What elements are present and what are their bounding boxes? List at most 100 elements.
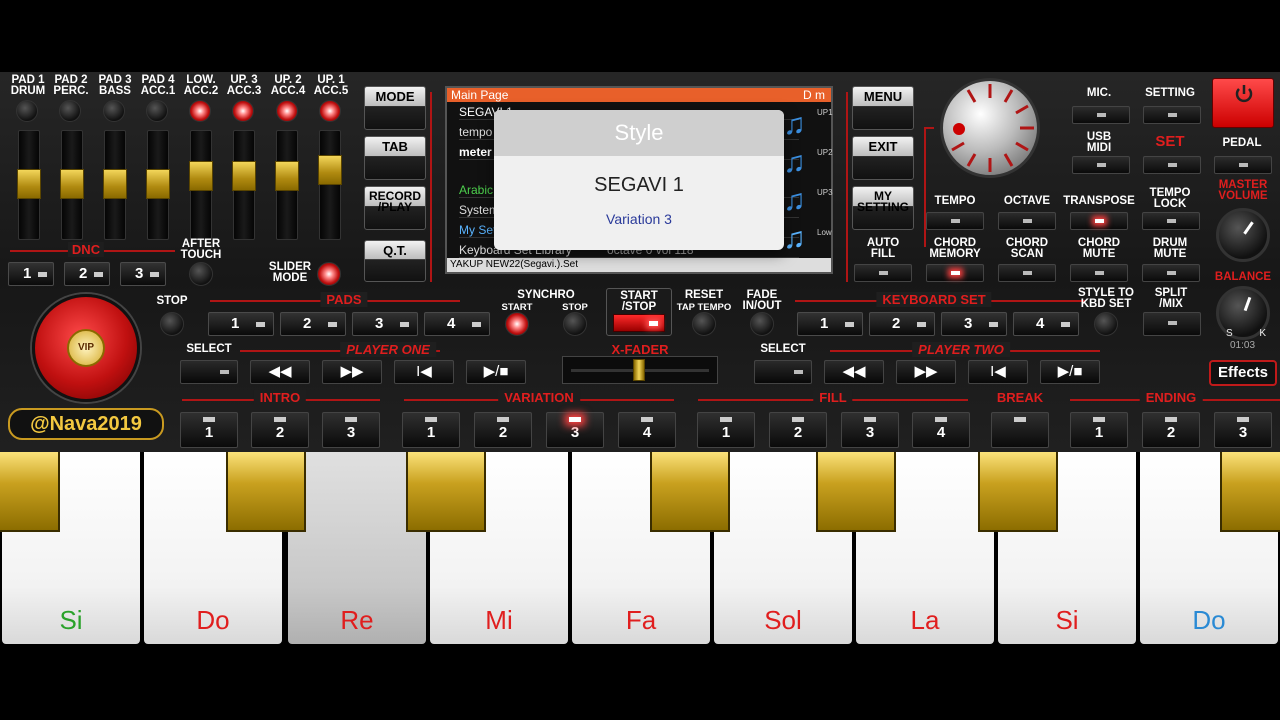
fill-button-1[interactable]: 1 <box>697 412 755 448</box>
black-key[interactable] <box>1220 452 1280 532</box>
tab-button[interactable]: TAB <box>364 136 426 180</box>
ending-button-2[interactable]: 2 <box>1142 412 1200 448</box>
synchro-stop-button[interactable] <box>563 312 587 336</box>
chord-mute-button[interactable] <box>1070 264 1128 282</box>
player-two-forward-button[interactable]: ▶▶ <box>896 360 956 384</box>
menu-button[interactable]: MENU <box>852 86 914 130</box>
fader-up3[interactable] <box>232 130 256 240</box>
data-dial[interactable] <box>940 78 1040 178</box>
dnc-button-3[interactable]: 3 <box>120 262 166 286</box>
set-button[interactable] <box>1143 156 1201 174</box>
ending-button-3[interactable]: 3 <box>1214 412 1272 448</box>
start-stop-button[interactable]: START /STOP <box>606 288 672 336</box>
player-two-play-stop-button[interactable]: ▶/■ <box>1040 360 1100 384</box>
kbd-set-button-2[interactable]: 2 <box>869 312 935 336</box>
reset-tap-tempo-button[interactable] <box>692 312 716 336</box>
effects-button[interactable]: Effects <box>1209 360 1277 386</box>
variation-button-2[interactable]: 2 <box>474 412 532 448</box>
variation-button-1[interactable]: 1 <box>402 412 460 448</box>
kbd-set-button-1[interactable]: 1 <box>797 312 863 336</box>
dnc-button-2[interactable]: 2 <box>64 262 110 286</box>
black-key[interactable] <box>0 452 60 532</box>
x-fader-slider[interactable] <box>562 356 718 384</box>
mute-toggle-pad2[interactable] <box>59 100 81 122</box>
usb-midi-button[interactable] <box>1072 156 1130 174</box>
pads-stop-button[interactable] <box>160 312 184 336</box>
variation-button-3[interactable]: 3 <box>546 412 604 448</box>
style-to-kbd-button[interactable] <box>1094 312 1118 336</box>
fader-pad1[interactable] <box>17 130 41 240</box>
player-one-forward-button[interactable]: ▶▶ <box>322 360 382 384</box>
mute-toggle-low[interactable] <box>189 100 211 122</box>
intro-button-3[interactable]: 3 <box>322 412 380 448</box>
mute-toggle-pad3[interactable] <box>103 100 125 122</box>
ending-button-1[interactable]: 1 <box>1070 412 1128 448</box>
pedal-button[interactable] <box>1214 156 1272 174</box>
auto-fill-button[interactable] <box>854 264 912 282</box>
black-key[interactable] <box>816 452 896 532</box>
my-setting-button[interactable]: MY SETTING <box>852 186 914 230</box>
transpose-button[interactable] <box>1070 212 1128 230</box>
black-key[interactable] <box>650 452 730 532</box>
channel-label-pad4: PAD 4 ACC.1 <box>140 74 176 97</box>
kbd-set-button-4[interactable]: 4 <box>1013 312 1079 336</box>
tempo-lock-button[interactable] <box>1142 212 1200 230</box>
synchro-start-button[interactable] <box>505 312 529 336</box>
mute-toggle-pad4[interactable] <box>146 100 168 122</box>
intro-button-2[interactable]: 2 <box>251 412 309 448</box>
slider-mode-toggle[interactable] <box>317 262 341 286</box>
kbd-set-button-3[interactable]: 3 <box>941 312 1007 336</box>
drum-mute-button[interactable] <box>1142 264 1200 282</box>
exit-button[interactable]: EXIT <box>852 136 914 180</box>
tempo-button[interactable] <box>926 212 984 230</box>
mute-toggle-up2[interactable] <box>276 100 298 122</box>
black-key[interactable] <box>226 452 306 532</box>
setting-button[interactable] <box>1143 106 1201 124</box>
mic-button[interactable] <box>1072 106 1130 124</box>
variation-button-4[interactable]: 4 <box>618 412 676 448</box>
screen-note-icons: ♫ ♫ ♫ ♫ <box>783 108 813 258</box>
key-label: Do <box>196 605 230 635</box>
player-two-select-button[interactable] <box>754 360 812 384</box>
fill-button-3[interactable]: 3 <box>841 412 899 448</box>
player-one-select-button[interactable] <box>180 360 238 384</box>
x-fader-label: X-FADER <box>611 342 669 357</box>
fill-button-2[interactable]: 2 <box>769 412 827 448</box>
master-volume-knob[interactable] <box>1216 208 1270 262</box>
mute-toggle-pad1[interactable] <box>16 100 38 122</box>
fader-up2[interactable] <box>275 130 299 240</box>
power-button[interactable] <box>1212 78 1274 128</box>
player-one-rewind-button[interactable]: ◀◀ <box>250 360 310 384</box>
player-two-rewind-button[interactable]: ◀◀ <box>824 360 884 384</box>
split-mix-button[interactable] <box>1143 312 1201 336</box>
note-icon-up1: ♫ <box>783 108 806 141</box>
pad-button-3[interactable]: 3 <box>352 312 418 336</box>
player-two-prev-button[interactable]: I◀ <box>968 360 1028 384</box>
fader-pad4[interactable] <box>146 130 170 240</box>
octave-button[interactable] <box>998 212 1056 230</box>
qt-button[interactable]: Q.T. <box>364 240 426 282</box>
mute-toggle-up1[interactable] <box>319 100 341 122</box>
fader-pad3[interactable] <box>103 130 127 240</box>
player-one-prev-button[interactable]: I◀ <box>394 360 454 384</box>
break-button[interactable] <box>991 412 1049 448</box>
record-play-button[interactable]: RECORD /PLAY <box>364 186 426 230</box>
intro-button-1[interactable]: 1 <box>180 412 238 448</box>
black-key[interactable] <box>406 452 486 532</box>
pad-button-2[interactable]: 2 <box>280 312 346 336</box>
pad-button-4[interactable]: 4 <box>424 312 490 336</box>
black-key[interactable] <box>978 452 1058 532</box>
chord-memory-button[interactable] <box>926 264 984 282</box>
chord-scan-button[interactable] <box>998 264 1056 282</box>
dnc-button-1[interactable]: 1 <box>8 262 54 286</box>
fader-up1[interactable] <box>318 130 342 240</box>
fade-button[interactable] <box>750 312 774 336</box>
fader-pad2[interactable] <box>60 130 84 240</box>
fill-button-4[interactable]: 4 <box>912 412 970 448</box>
pad-button-1[interactable]: 1 <box>208 312 274 336</box>
after-touch-toggle[interactable] <box>189 262 213 286</box>
player-one-play-stop-button[interactable]: ▶/■ <box>466 360 526 384</box>
mode-button[interactable]: MODE <box>364 86 426 130</box>
fader-low[interactable] <box>189 130 213 240</box>
mute-toggle-up3[interactable] <box>232 100 254 122</box>
